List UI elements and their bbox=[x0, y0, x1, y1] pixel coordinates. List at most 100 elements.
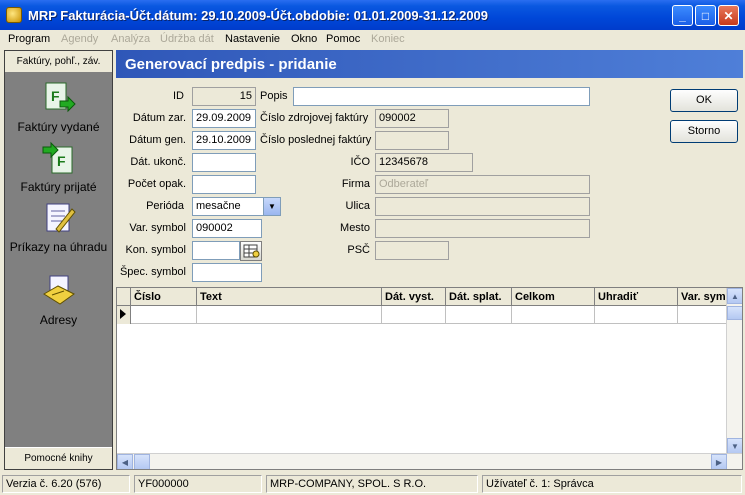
column-header-uhradit[interactable]: Uhradiť bbox=[595, 288, 678, 306]
perioda-select[interactable]: mesačne ▼ bbox=[192, 197, 281, 216]
popis-label: Popis bbox=[260, 90, 288, 102]
dat-ukonc-field[interactable] bbox=[192, 153, 256, 172]
close-icon: ✕ bbox=[723, 8, 734, 23]
popis-field[interactable] bbox=[293, 87, 590, 106]
menu-analyza[interactable]: Analýza bbox=[111, 33, 150, 45]
grid-cell[interactable] bbox=[512, 306, 595, 324]
table-row[interactable] bbox=[117, 306, 728, 324]
cislo-posl-label: Číslo poslednej faktúry bbox=[260, 134, 372, 146]
cislo-posl-field bbox=[375, 131, 449, 150]
pocet-opak-label: Počet opak. bbox=[127, 178, 186, 190]
grid-cell[interactable] bbox=[446, 306, 512, 324]
status-user: Užívateľ č. 1: Správca bbox=[482, 475, 742, 493]
column-header-celkom[interactable]: Celkom bbox=[512, 288, 595, 306]
id-field: 15 bbox=[192, 87, 256, 106]
menu-nastavenie[interactable]: Nastavenie bbox=[225, 33, 280, 45]
kon-symbol-field[interactable] bbox=[192, 241, 240, 260]
sidebar-group-invoices[interactable]: Faktúry, pohľ., záv. bbox=[5, 51, 112, 73]
menu-udrzba-dat[interactable]: Údržba dát bbox=[160, 33, 214, 45]
menu-program[interactable]: Program bbox=[8, 33, 50, 45]
column-header-var-symb[interactable]: Var. symb bbox=[678, 288, 728, 306]
var-symbol-field[interactable]: 090002 bbox=[192, 219, 262, 238]
scroll-up-icon[interactable]: ▲ bbox=[727, 288, 742, 304]
scroll-left-icon[interactable]: ◀ bbox=[117, 454, 133, 469]
title-bar: MRP Fakturácia-Účt.dátum: 29.10.2009-Účt… bbox=[0, 0, 745, 30]
psc-field bbox=[375, 241, 449, 260]
menu-okno[interactable]: Okno bbox=[291, 33, 317, 45]
mesto-field bbox=[375, 219, 590, 238]
ico-label: IČO bbox=[350, 156, 370, 168]
menu-koniec[interactable]: Koniec bbox=[371, 33, 405, 45]
var-symbol-label: Var. symbol bbox=[129, 222, 186, 234]
menu-bar: Program Agendy Analýza Údržba dát Nastav… bbox=[4, 30, 741, 48]
scroll-thumb[interactable] bbox=[727, 306, 742, 320]
sidebar-item-label: Faktúry prijaté bbox=[20, 180, 97, 194]
spec-symbol-field[interactable] bbox=[192, 263, 262, 282]
grid-cell[interactable] bbox=[595, 306, 678, 324]
form-header: Generovací predpis - pridanie bbox=[116, 50, 743, 78]
invoice-issued-icon: F bbox=[45, 82, 76, 113]
perioda-label: Perióda bbox=[146, 200, 184, 212]
svg-text:F: F bbox=[57, 153, 66, 169]
lookup-button[interactable] bbox=[240, 241, 262, 261]
status-company: MRP-COMPANY, SPOL. S R.O. bbox=[266, 475, 478, 493]
ok-button[interactable]: OK bbox=[670, 89, 738, 112]
status-bar: Verzia č. 6.20 (576) YF000000 MRP-COMPAN… bbox=[0, 473, 745, 495]
grid-cell[interactable] bbox=[678, 306, 728, 324]
grid-header: Číslo Text Dát. vyst. Dát. splat. Celkom… bbox=[117, 288, 742, 306]
sidebar-item-label: Faktúry vydané bbox=[17, 120, 100, 134]
psc-label: PSČ bbox=[347, 244, 370, 256]
sidebar: Faktúry, pohľ., záv. F Faktúry vydané F … bbox=[4, 50, 113, 470]
cislo-zdroj-label: Číslo zdrojovej faktúry bbox=[260, 112, 369, 124]
column-header-dat-splat[interactable]: Dát. splat. bbox=[446, 288, 512, 306]
scroll-thumb-horizontal[interactable] bbox=[134, 454, 150, 469]
datum-gen-field[interactable]: 29.10.2009 bbox=[192, 131, 256, 150]
perioda-value: mesačne bbox=[196, 200, 241, 212]
vertical-scrollbar[interactable]: ▲ ▼ bbox=[726, 288, 742, 454]
firma-field: Odberateľ bbox=[375, 175, 590, 194]
datum-gen-label: Dátum gen. bbox=[129, 134, 186, 146]
minimize-button[interactable]: _ bbox=[672, 5, 693, 26]
sidebar-item-faktury-prijate[interactable]: F Faktúry prijaté bbox=[5, 141, 112, 194]
column-header-dat-vyst[interactable]: Dát. vyst. bbox=[382, 288, 446, 306]
kon-symbol-label: Kon. symbol bbox=[125, 244, 186, 256]
grid-cell[interactable] bbox=[131, 306, 197, 324]
form-panel: Generovací predpis - pridanie ID 15 Dátu… bbox=[116, 50, 743, 470]
menu-pomoc[interactable]: Pomoc bbox=[326, 33, 360, 45]
grid-cell[interactable] bbox=[382, 306, 446, 324]
pocet-opak-field[interactable] bbox=[192, 175, 256, 194]
sidebar-item-label: Adresy bbox=[39, 313, 78, 327]
dat-ukonc-label: Dát. ukonč. bbox=[130, 156, 186, 168]
payment-order-icon bbox=[46, 203, 76, 233]
sidebar-group-helper-books[interactable]: Pomocné knihy bbox=[5, 447, 112, 469]
window-title: MRP Fakturácia-Účt.dátum: 29.10.2009-Účt… bbox=[28, 8, 489, 23]
close-button[interactable]: ✕ bbox=[718, 5, 739, 26]
sidebar-item-faktury-vydane[interactable]: F Faktúry vydané bbox=[5, 81, 112, 134]
maximize-button[interactable]: □ bbox=[695, 5, 716, 26]
svg-text:F: F bbox=[51, 88, 60, 104]
column-header-cislo[interactable]: Číslo bbox=[131, 288, 197, 306]
datum-zar-field[interactable]: 29.09.2009 bbox=[192, 109, 256, 128]
grid-cell[interactable] bbox=[197, 306, 382, 324]
menu-agendy[interactable]: Agendy bbox=[61, 33, 98, 45]
ulica-field bbox=[375, 197, 590, 216]
sidebar-item-label: Príkazy na úhradu bbox=[9, 240, 108, 254]
scroll-down-icon[interactable]: ▼ bbox=[727, 438, 742, 454]
status-version: Verzia č. 6.20 (576) bbox=[2, 475, 130, 493]
sidebar-item-adresy[interactable]: Adresy bbox=[5, 274, 112, 327]
data-grid: Číslo Text Dát. vyst. Dát. splat. Celkom… bbox=[116, 287, 743, 470]
row-indicator bbox=[117, 306, 131, 324]
maximize-icon: □ bbox=[701, 8, 710, 23]
sidebar-item-prikazy-na-uhradu[interactable]: Príkazy na úhradu bbox=[5, 201, 112, 254]
invoice-received-icon: F bbox=[42, 141, 72, 174]
storno-button[interactable]: Storno bbox=[670, 120, 738, 143]
datum-zar-label: Dátum zar. bbox=[132, 112, 186, 124]
ico-field: 12345678 bbox=[375, 153, 473, 172]
column-header-text[interactable]: Text bbox=[197, 288, 382, 306]
scroll-right-icon[interactable]: ▶ bbox=[711, 454, 727, 469]
id-label: ID bbox=[173, 90, 184, 102]
minimize-icon: _ bbox=[679, 8, 686, 23]
chevron-down-icon[interactable]: ▼ bbox=[263, 198, 280, 215]
horizontal-scrollbar[interactable]: ◀ ▶ bbox=[117, 453, 742, 469]
row-pointer-icon bbox=[120, 309, 126, 319]
